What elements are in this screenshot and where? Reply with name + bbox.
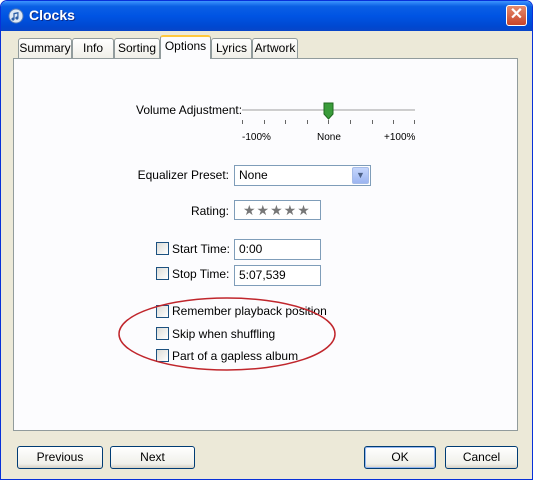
equalizer-select[interactable]: None ▼ [234, 165, 371, 186]
tab-lyrics[interactable]: Lyrics [211, 38, 252, 58]
tab-options[interactable]: Options [160, 35, 211, 59]
start-time-input[interactable]: 0:00 [234, 239, 321, 260]
rating-stars[interactable]: ★★★★★ [234, 200, 321, 220]
tab-info[interactable]: Info [72, 38, 114, 58]
title-bar[interactable]: Clocks ✕ [1, 1, 532, 31]
tab-summary[interactable]: Summary [18, 38, 72, 58]
volume-min-label: -100% [242, 132, 271, 143]
tab-artwork[interactable]: Artwork [252, 38, 298, 58]
tab-sorting[interactable]: Sorting [114, 38, 160, 58]
stop-time-label: Stop Time: [172, 267, 230, 281]
slider-ticks [242, 120, 415, 124]
volume-slider[interactable] [237, 98, 421, 130]
rating-label: Rating: [190, 204, 229, 218]
stop-time-input[interactable]: 5:07,539 [234, 265, 321, 286]
volume-label: Volume Adjustment: [136, 103, 243, 117]
volume-mid-label: None [317, 132, 341, 143]
annotation-ellipse [118, 297, 336, 371]
volume-max-label: +100% [384, 132, 416, 143]
star-rating-icon: ★★★★★ [243, 202, 311, 218]
close-button[interactable]: ✕ [506, 5, 527, 26]
stop-time-checkbox[interactable] [156, 267, 169, 280]
previous-button[interactable]: Previous [17, 446, 103, 469]
ok-button[interactable]: OK [364, 446, 436, 469]
start-time-label: Start Time: [172, 242, 231, 256]
cancel-button[interactable]: Cancel [445, 446, 518, 469]
slider-thumb[interactable] [323, 102, 334, 120]
window-title: Clocks [29, 7, 75, 23]
close-icon: ✕ [509, 6, 524, 23]
track-info-dialog: Clocks ✕ Summary Info Sorting Options Ly… [0, 0, 533, 480]
equalizer-value: None [239, 168, 268, 182]
equalizer-label: Equalizer Preset: [137, 168, 229, 182]
chevron-down-icon[interactable]: ▼ [352, 167, 369, 184]
itunes-app-icon [8, 8, 24, 24]
start-time-checkbox[interactable] [156, 242, 169, 255]
next-button[interactable]: Next [110, 446, 195, 469]
